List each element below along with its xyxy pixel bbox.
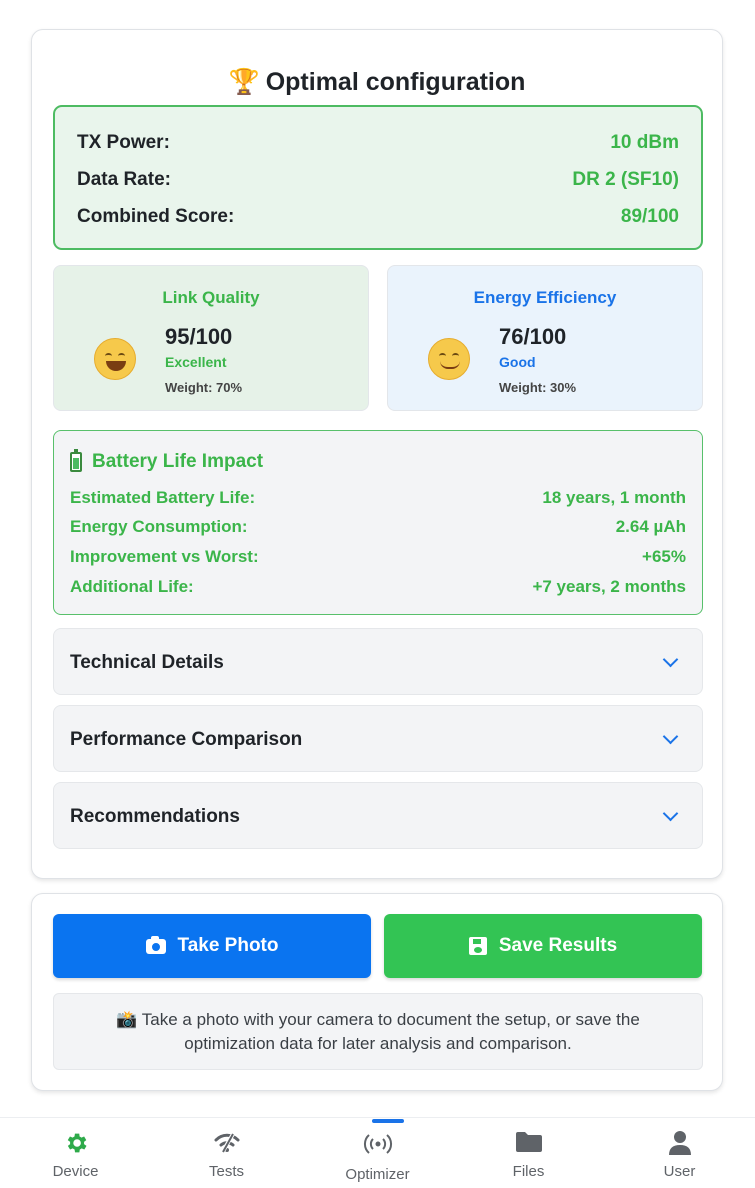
save-icon <box>468 937 487 955</box>
accordion-performance-comparison[interactable]: Performance Comparison <box>53 705 703 772</box>
battery-row-label: Estimated Battery Life: <box>70 488 256 507</box>
take-photo-label: Take Photo <box>177 935 279 956</box>
gear-icon <box>67 1133 87 1153</box>
energy-efficiency-card: Energy Efficiency 76/100 Good Weight: 30… <box>387 265 703 411</box>
battery-row-value: 2.64 µAh <box>615 517 686 536</box>
battery-row-value: +7 years, 2 months <box>532 577 686 596</box>
battery-row-value: 18 years, 1 month <box>542 488 686 507</box>
battery-row: Additional Life: +7 years, 2 months <box>70 577 686 597</box>
nav-item-tests[interactable]: Tests <box>151 1118 302 1188</box>
battery-row-label: Additional Life: <box>70 577 194 596</box>
battery-row: Improvement vs Worst: +65% <box>70 547 686 567</box>
save-results-label: Save Results <box>498 935 618 956</box>
battery-icon <box>70 449 82 472</box>
trophy-icon: 🏆 <box>228 68 260 96</box>
nav-item-user[interactable]: User <box>604 1118 755 1188</box>
camera-icon <box>145 935 166 954</box>
wifi-off-icon <box>214 1132 239 1154</box>
take-photo-button[interactable]: Take Photo <box>53 914 371 978</box>
battery-title-text: Battery Life Impact <box>92 451 264 472</box>
info-box: 📸 Take a photo with your camera to docum… <box>53 993 703 1070</box>
accordion-label: Recommendations <box>70 806 240 827</box>
actions-card: Take Photo Save Results 📸 Take a photo w… <box>31 893 723 1091</box>
combined-score-value: 89/100 <box>620 206 679 227</box>
bottom-navigation: Device Tests Optimizer Files User <box>0 1117 755 1188</box>
battery-row-label: Energy Consumption: <box>70 517 248 536</box>
link-quality-card: Link Quality 95/100 Excellent Weight: 70… <box>53 265 369 411</box>
save-results-button[interactable]: Save Results <box>384 914 702 978</box>
config-summary: TX Power: 10 dBm Data Rate: DR 2 (SF10) … <box>53 105 703 250</box>
nav-item-device[interactable]: Device <box>0 1118 151 1188</box>
user-icon <box>668 1131 691 1155</box>
energy-efficiency-status: Good <box>499 354 536 370</box>
camera-flash-icon: 📸 <box>116 1010 138 1029</box>
data-rate-value: DR 2 (SF10) <box>572 169 679 190</box>
link-quality-title: Link Quality <box>162 288 260 307</box>
page-title: 🏆 Optimal configuration <box>32 68 722 97</box>
chevron-down-icon <box>662 651 679 668</box>
accordion-technical-details[interactable]: Technical Details <box>53 628 703 695</box>
tx-power-label: TX Power: <box>77 132 170 153</box>
battery-title: Battery Life Impact <box>70 449 264 473</box>
chevron-down-icon <box>662 805 679 822</box>
energy-efficiency-weight: Weight: 30% <box>499 380 577 395</box>
tx-power-row: TX Power: 10 dBm <box>77 132 679 154</box>
accordion-label: Technical Details <box>70 652 224 673</box>
combined-score-label: Combined Score: <box>77 206 235 227</box>
battery-row: Energy Consumption: 2.64 µAh <box>70 517 686 537</box>
link-quality-value: 95/100 <box>165 324 233 349</box>
nav-item-optimizer[interactable]: Optimizer <box>302 1118 453 1188</box>
data-rate-label: Data Rate: <box>77 169 171 190</box>
smiling-face-icon <box>428 338 470 380</box>
grinning-face-icon <box>94 338 136 380</box>
nav-label: Device <box>52 1163 99 1180</box>
radio-signal-icon <box>363 1134 392 1154</box>
battery-life-panel: Battery Life Impact Estimated Battery Li… <box>53 430 703 615</box>
nav-label: Optimizer <box>345 1166 410 1183</box>
accordion-recommendations[interactable]: Recommendations <box>53 782 703 849</box>
battery-row-label: Improvement vs Worst: <box>70 547 259 566</box>
link-quality-weight: Weight: 70% <box>165 380 243 395</box>
combined-score-row: Combined Score: 89/100 <box>77 206 679 228</box>
data-rate-row: Data Rate: DR 2 (SF10) <box>77 169 679 191</box>
nav-label: User <box>663 1163 696 1180</box>
nav-label: Files <box>512 1163 545 1180</box>
active-nav-indicator <box>372 1119 404 1123</box>
title-text: Optimal configuration <box>265 68 526 96</box>
info-text: Take a photo with your camera to documen… <box>141 1010 640 1053</box>
energy-efficiency-title: Energy Efficiency <box>473 288 617 307</box>
link-quality-status: Excellent <box>165 354 227 370</box>
chevron-down-icon <box>662 728 679 745</box>
nav-label: Tests <box>208 1163 244 1180</box>
battery-row: Estimated Battery Life: 18 years, 1 mont… <box>70 488 686 508</box>
folder-icon <box>515 1132 542 1152</box>
accordion-label: Performance Comparison <box>70 729 303 750</box>
tx-power-value: 10 dBm <box>610 132 679 153</box>
nav-item-files[interactable]: Files <box>453 1118 604 1188</box>
energy-efficiency-value: 76/100 <box>499 324 567 349</box>
optimal-configuration-card: 🏆 Optimal configuration TX Power: 10 dBm … <box>31 29 723 879</box>
battery-row-value: +65% <box>642 547 686 566</box>
